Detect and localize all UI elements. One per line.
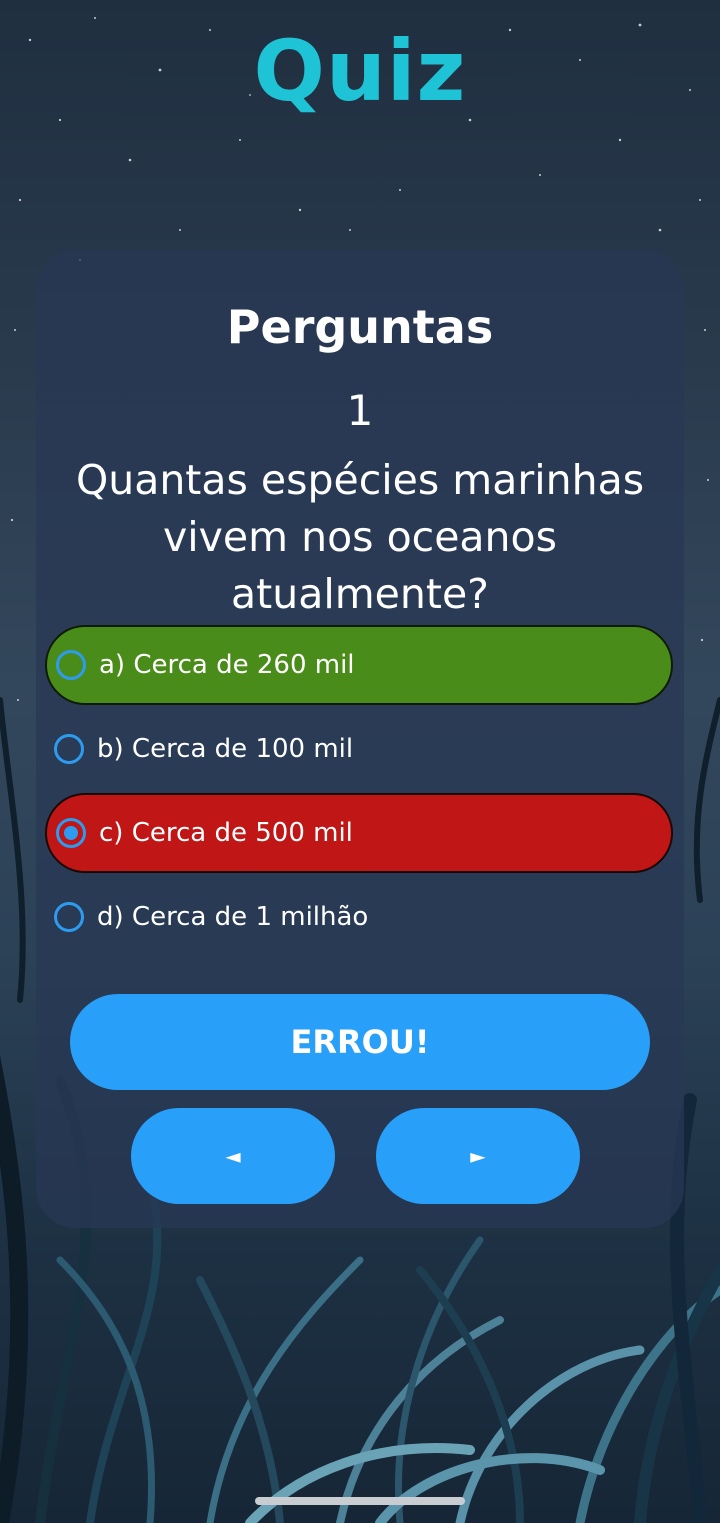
question-text: Quantas espécies marinhas vivem nos ocea…: [75, 456, 645, 618]
app-title: Quiz: [253, 22, 467, 120]
radio-button-d[interactable]: [54, 902, 84, 932]
result-button[interactable]: ERROU!: [70, 994, 650, 1090]
option-d[interactable]: d) Cerca de 1 milhão: [45, 877, 673, 957]
option-b-label: b) Cerca de 100 mil: [97, 734, 354, 764]
next-button[interactable]: ►: [376, 1108, 580, 1204]
question-number: 1: [346, 386, 374, 435]
option-d-label: d) Cerca de 1 milhão: [97, 902, 369, 932]
radio-button-c[interactable]: [56, 818, 86, 848]
section-title: Perguntas: [226, 300, 494, 354]
option-a-label: a) Cerca de 260 mil: [99, 650, 355, 680]
option-c[interactable]: c) Cerca de 500 mil: [45, 793, 673, 873]
option-b[interactable]: b) Cerca de 100 mil: [45, 709, 673, 789]
previous-button[interactable]: ◄: [131, 1108, 335, 1204]
radio-button-a[interactable]: [56, 650, 86, 680]
option-a[interactable]: a) Cerca de 260 mil: [45, 625, 673, 705]
option-c-label: c) Cerca de 500 mil: [99, 818, 353, 848]
radio-button-b[interactable]: [54, 734, 84, 764]
home-indicator[interactable]: [255, 1497, 465, 1505]
